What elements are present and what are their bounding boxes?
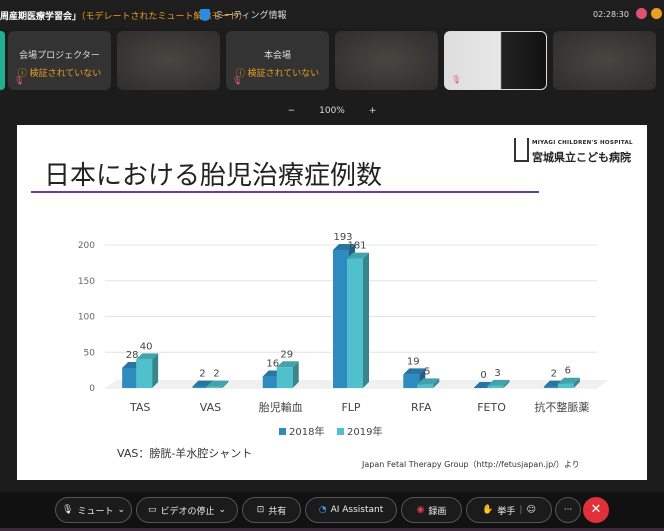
x-tick-label: TAS xyxy=(129,401,150,414)
bar-2018年 xyxy=(122,367,139,388)
participant-tile-speaker[interactable]: 🎙 xyxy=(444,31,547,90)
record-button[interactable]: ◉ 録画 xyxy=(401,497,462,523)
more-options-button[interactable]: ··· xyxy=(555,497,581,523)
bar-2019年 xyxy=(136,359,153,388)
share-button[interactable]: ⊡ 共有 xyxy=(242,497,301,523)
record-indicator-icon[interactable] xyxy=(636,8,647,19)
y-tick-label: 0 xyxy=(89,384,95,394)
y-tick-label: 200 xyxy=(78,241,95,251)
meeting-toolbar: 🎙 ミュート ⌄ ▭ ビデオの停止 ⌄ ⊡ 共有 ◔ AI Assistant ◉ 録画 ✋ 挙… xyxy=(0,492,664,528)
end-meeting-button[interactable]: ✕ xyxy=(583,497,609,523)
chevron-down-icon: ⌄ xyxy=(117,505,125,515)
shared-slide: 日本における胎児治療症例数 MIYAGI CHILDREN'S HOSPITAL… xyxy=(17,125,647,480)
data-label: 29 xyxy=(280,349,293,360)
participant-tile[interactable] xyxy=(335,31,438,90)
microphone-icon: 🎙 xyxy=(62,505,74,515)
bar-2018年 xyxy=(192,386,209,388)
legend-label: 2018年 xyxy=(289,425,324,438)
zoom-level: 100% xyxy=(319,106,345,116)
bar-chart: 0501001502002840TAS2 2VAS1629胎児輸血193181FL… xyxy=(78,232,609,438)
bar-side xyxy=(363,252,369,388)
data-label: 6 xyxy=(565,366,571,377)
zoom-out-button[interactable]: − xyxy=(288,106,296,116)
top-bar: 周産期医療学習会」（モデレートされたミュート解除モード） ミーティング情報 02… xyxy=(0,0,664,28)
bar-2019年 xyxy=(487,385,504,388)
x-tick-label: FETO xyxy=(477,401,506,414)
x-tick-label: VAS xyxy=(200,401,221,414)
data-label: 181 xyxy=(347,241,366,252)
participant-name: 本会場 xyxy=(263,51,291,61)
shield-icon xyxy=(200,8,210,21)
mute-button[interactable]: 🎙 ミュート ⌄ xyxy=(55,497,132,523)
bar-2019年 xyxy=(206,386,223,388)
strip-scroll-left[interactable] xyxy=(0,31,5,90)
x-tick-label: 抗不整脈薬 xyxy=(534,400,589,414)
reactions-icon: ☺ xyxy=(526,505,536,515)
participant-name: 会場プロジェクター xyxy=(19,51,100,61)
bar-2018年 xyxy=(543,386,560,388)
meeting-clock: 02:28:30 xyxy=(593,10,629,19)
hand-icon: ✋ xyxy=(482,505,494,515)
zoom-in-button[interactable]: + xyxy=(369,106,377,116)
x-tick-label: FLP xyxy=(341,401,360,414)
slide-note: VAS：膀胱-羊水腔シャント xyxy=(117,447,253,460)
chevron-down-icon: ⌄ xyxy=(218,505,227,515)
legend-swatch xyxy=(279,428,286,435)
data-label: 40 xyxy=(140,341,153,352)
bar-2018年 xyxy=(262,376,279,388)
bar-2018年 xyxy=(403,374,420,388)
stop-video-button[interactable]: ▭ ビデオの停止 ⌄ xyxy=(136,497,238,523)
ai-assistant-button[interactable]: ◔ AI Assistant xyxy=(305,497,397,523)
legend-swatch xyxy=(337,428,344,435)
bar-2019年 xyxy=(417,384,434,388)
participant-tile[interactable]: 会場プロジェクター ⓘ 検証されていない 🎙 xyxy=(8,31,111,90)
notification-icon[interactable] xyxy=(651,8,662,19)
data-label: 3 xyxy=(494,368,500,379)
participant-strip: 会場プロジェクター ⓘ 検証されていない 🎙 本会場 ⓘ 検証されていない 🎙 🎙 xyxy=(0,30,664,92)
muted-mic-icon: 🎙 xyxy=(14,76,25,85)
meeting-info-button[interactable]: ミーティング情報 xyxy=(200,8,286,21)
data-label: 5 xyxy=(424,366,430,377)
slide-source: Japan Fetal Therapy Group（http://fetusja… xyxy=(362,460,580,469)
bar-side xyxy=(152,353,159,388)
y-tick-label: 50 xyxy=(84,348,96,358)
bar-2018年 xyxy=(333,250,349,388)
meeting-info-label: ミーティング情報 xyxy=(215,11,287,21)
zoom-control: − 100% + xyxy=(0,106,664,116)
y-tick-label: 150 xyxy=(78,277,95,287)
ai-assistant-icon: ◔ xyxy=(318,505,327,515)
bar-2019年 xyxy=(276,367,293,388)
raise-hand-button[interactable]: ✋ 挙手 | ☺ xyxy=(466,497,552,523)
legend-label: 2019年 xyxy=(347,425,382,438)
camera-icon: ▭ xyxy=(147,505,157,515)
y-tick-label: 100 xyxy=(78,313,95,323)
bar-2019年 xyxy=(347,258,363,388)
muted-mic-icon: 🎙 xyxy=(232,76,243,85)
bar-2019年 xyxy=(557,383,574,388)
muted-mic-icon: 🎙 xyxy=(451,75,462,84)
share-icon: ⊡ xyxy=(256,505,265,515)
data-label: 2 xyxy=(551,369,557,380)
x-tick-label: RFA xyxy=(411,401,432,414)
participant-tile[interactable]: 本会場 ⓘ 検証されていない 🎙 xyxy=(226,31,329,90)
participant-tile[interactable] xyxy=(553,31,656,90)
data-label: 19 xyxy=(407,356,420,367)
data-label: 2 xyxy=(199,369,205,380)
x-tick-label: 胎児輸血 xyxy=(259,400,303,414)
data-label: 2 xyxy=(213,369,219,380)
participant-tile[interactable] xyxy=(117,31,220,90)
record-icon: ◉ xyxy=(416,505,425,515)
data-label: 0 xyxy=(480,370,486,381)
